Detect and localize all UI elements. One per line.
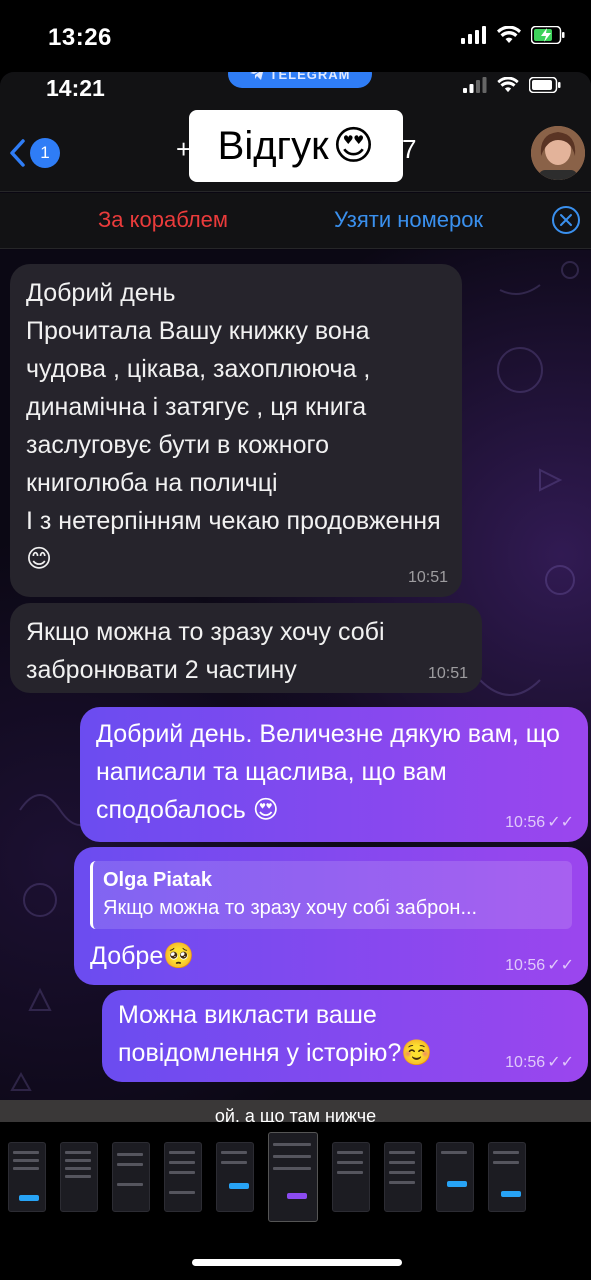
reply-snippet: Якщо можна то зразу хочу собі заброн... — [103, 897, 478, 919]
story-thumbnail[interactable] — [216, 1142, 254, 1212]
telegram-icon — [249, 72, 263, 80]
story-thumbnail-active[interactable] — [268, 1132, 318, 1222]
telegram-pill[interactable]: TELEGRAM — [228, 72, 372, 88]
story-thumbnail[interactable] — [436, 1142, 474, 1212]
read-checks-icon: ✓✓ — [547, 814, 574, 831]
message-incoming[interactable]: Якщо можна то зразу хочу собі забронюват… — [10, 603, 482, 693]
caption-text: ой, а що там нижче — [214, 1106, 377, 1122]
wifi-icon — [497, 26, 521, 43]
unread-badge: 1 — [30, 138, 60, 168]
reply-author: Olga Piatak — [103, 869, 212, 891]
add-contact-button[interactable]: Узяти номерок — [334, 207, 483, 233]
signal-icon — [463, 77, 487, 93]
message-outgoing[interactable]: Можна викласти ваше повідомлення у істор… — [102, 990, 588, 1082]
story-thumbnail[interactable] — [164, 1142, 202, 1212]
message-time: 10:56 ✓✓ — [505, 814, 574, 831]
message-time: 10:51 — [427, 665, 468, 682]
message-text: Можна викласти ваше повідомлення у істор… — [118, 1001, 433, 1067]
inner-status-icons — [463, 77, 561, 93]
message-incoming[interactable]: Добрий день Прочитала Вашу книжку вона ч… — [10, 264, 462, 597]
chat-title-fragment-right: 7 — [402, 134, 417, 164]
inner-clock: 14:21 — [46, 75, 105, 101]
message-text: Якщо можна то зразу хочу собі забронюват… — [26, 618, 385, 684]
battery-charging-icon — [531, 26, 565, 44]
message-outgoing-reply[interactable]: Olga Piatak Якщо можна то зразу хочу соб… — [74, 847, 588, 985]
story-thumbnail[interactable] — [488, 1142, 526, 1212]
close-icon[interactable] — [551, 205, 581, 235]
message-time: 10:56 ✓✓ — [505, 957, 574, 974]
outer-status-bar: 13:26 — [0, 0, 591, 72]
message-text: Добрий день Прочитала Вашу книжку вона ч… — [26, 279, 441, 573]
story-thumbnail-strip — [0, 1122, 591, 1232]
back-button[interactable]: 1 — [8, 138, 60, 168]
review-sticker: Відгук 😍 — [189, 110, 403, 182]
message-text: Добре🥺 — [90, 942, 195, 970]
outer-clock: 13:26 — [48, 24, 112, 51]
reply-quote[interactable]: Olga Piatak Якщо можна то зразу хочу соб… — [90, 861, 572, 929]
story-thumbnail[interactable] — [332, 1142, 370, 1212]
outer-status-icons — [461, 26, 565, 44]
message-outgoing[interactable]: Добрий день. Величезне дякую вам, що нап… — [80, 707, 588, 842]
wifi-icon — [497, 77, 519, 93]
story-caption: ой, а що там нижче — [0, 1100, 591, 1122]
story-thumbnail[interactable] — [384, 1142, 422, 1212]
message-time: 10:56 ✓✓ — [505, 1054, 574, 1071]
heart-eyes-emoji: 😍 — [332, 124, 375, 168]
message-text: Добрий день. Величезне дякую вам, що нап… — [96, 720, 560, 824]
battery-icon — [529, 77, 561, 93]
action-bar: За кораблем Узяти номерок — [0, 193, 591, 249]
story-thumbnail[interactable] — [60, 1142, 98, 1212]
sticker-text: Відгук — [217, 123, 329, 168]
read-checks-icon: ✓✓ — [547, 957, 574, 974]
message-time: 10:51 — [407, 569, 448, 586]
telegram-pill-label: TELEGRAM — [269, 72, 351, 82]
chevron-left-icon — [10, 139, 25, 167]
telegram-screenshot: TELEGRAM 14:21 1 + 7 Відгук 😍 За корабле… — [0, 72, 591, 1122]
report-spam-button[interactable]: За кораблем — [98, 207, 228, 233]
signal-icon — [461, 26, 486, 44]
read-checks-icon: ✓✓ — [547, 1054, 574, 1071]
story-thumbnail[interactable] — [8, 1142, 46, 1212]
avatar[interactable] — [531, 126, 585, 180]
story-thumbnail[interactable] — [112, 1142, 150, 1212]
home-indicator — [192, 1259, 402, 1266]
